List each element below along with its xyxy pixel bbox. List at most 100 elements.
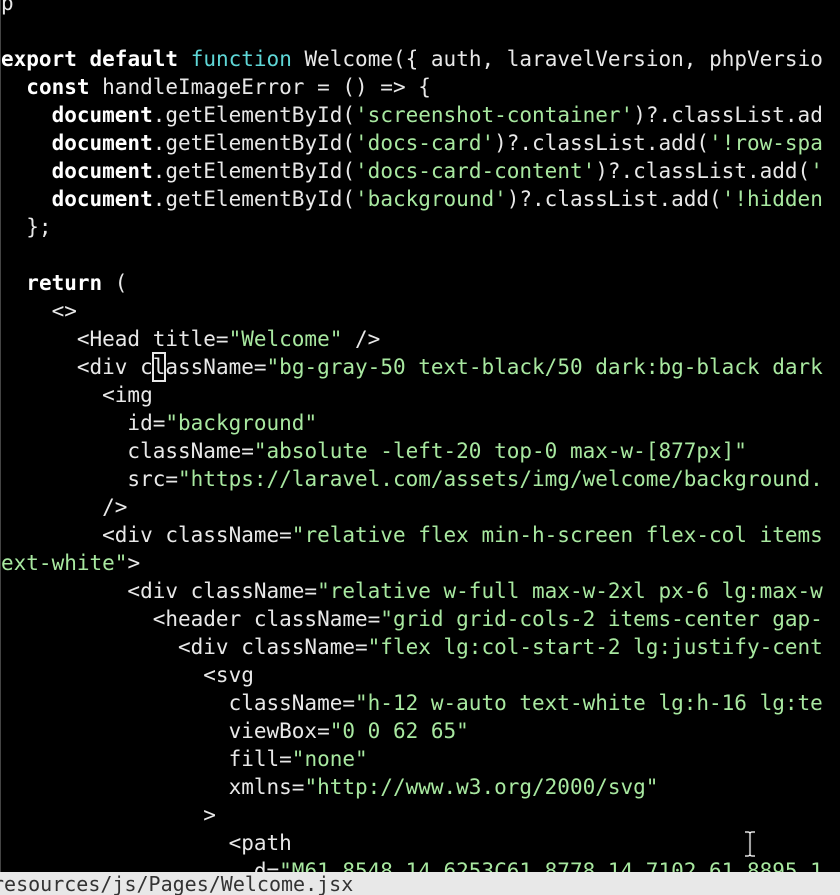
code-line[interactable]: p (1, 0, 823, 17)
code-token: Welcome({ auth, laravelVersion, phpVersi… (291, 47, 823, 71)
code-token: > (127, 551, 141, 575)
code-line[interactable]: <path (1, 829, 823, 857)
code-line[interactable]: > (1, 801, 823, 829)
code-line[interactable] (1, 17, 823, 45)
code-token: > (1, 803, 216, 827)
code-token: assName= (165, 355, 267, 379)
code-token: /> (1, 495, 128, 519)
code-token: <Head title= (1, 327, 229, 351)
code-token: id= (1, 411, 166, 435)
code-token: <> (1, 299, 77, 323)
code-line[interactable]: <div className="flex lg:col-start-2 lg:j… (1, 633, 823, 661)
code-line[interactable]: className="h-12 w-auto text-white lg:h-1… (1, 689, 823, 717)
code-line[interactable]: d="M61.8548 14.6253C61.8778 14.7102 61.8… (1, 857, 823, 872)
code-line[interactable]: document.getElementById('screenshot-cont… (1, 101, 823, 129)
code-line[interactable]: document.getElementById('background')?.c… (1, 185, 823, 213)
code-token: <div className= (1, 579, 318, 603)
code-token: "Welcome" (228, 327, 343, 351)
code-token: "relative w-full max-w-2xl px-6 lg:max-w (317, 579, 823, 603)
code-token: )?.classList.add( (595, 159, 811, 183)
code-token: document (51, 187, 153, 211)
code-token: 'background' (355, 187, 507, 211)
code-line[interactable]: export default function Welcome({ auth, … (1, 45, 823, 73)
code-token: "none" (291, 747, 368, 771)
code-line[interactable]: className="absolute -left-20 top-0 max-w… (1, 437, 823, 465)
code-token: <div c (1, 355, 153, 379)
code-line[interactable]: const handleImageError = () => { (1, 73, 823, 101)
code-line[interactable]: ext-white"> (1, 549, 823, 577)
code-token: <div className= (1, 635, 368, 659)
code-token: ( (102, 271, 128, 295)
code-token: 'docs-card-content' (355, 159, 596, 183)
code-token: src= (1, 467, 179, 491)
code-token: '!hidden (721, 187, 823, 211)
code-line[interactable]: /> (1, 493, 823, 521)
code-token: const (26, 75, 90, 99)
code-token: "background" (165, 411, 318, 435)
code-line[interactable]: <svg (1, 661, 823, 689)
code-line[interactable]: <div className="relative w-full max-w-2x… (1, 577, 823, 605)
code-token: handleImageError = () => { (89, 75, 431, 99)
code-content[interactable]: p export default function Welcome({ auth… (1, 0, 823, 872)
code-line[interactable]: <img (1, 381, 823, 409)
code-token: .getElementById( (152, 159, 356, 183)
code-line[interactable] (1, 241, 823, 269)
code-token: <img (1, 383, 153, 407)
code-token: )?.classList.ad (633, 103, 823, 127)
code-token: return (26, 271, 103, 295)
i-beam-cursor-icon (745, 831, 755, 857)
code-token: export (1, 47, 77, 71)
code-token: "h-12 w-auto text-white lg:h-16 lg:te (355, 691, 823, 715)
code-token: /> (342, 327, 381, 351)
code-token: viewBox= (1, 719, 330, 743)
code-token: "relative flex min-h-screen flex-col ite… (291, 523, 823, 547)
code-line[interactable]: <div className="bg-gray-50 text-black/50… (1, 352, 823, 382)
code-token: className= (1, 691, 356, 715)
code-token: "flex lg:col-start-2 lg:justify-cent (367, 635, 823, 659)
code-token: "0 0 62 65" (329, 719, 469, 743)
code-line[interactable]: xmlns="http://www.w3.org/2000/svg" (1, 773, 823, 801)
code-line[interactable]: viewBox="0 0 62 65" (1, 717, 823, 745)
status-bar: resources/js/Pages/Welcome.jsx (0, 872, 840, 895)
code-token: <path (1, 831, 292, 855)
code-token: .getElementById( (152, 187, 356, 211)
code-line[interactable]: document.getElementById('docs-card-conte… (1, 157, 823, 185)
code-line[interactable]: <div className="relative flex min-h-scre… (1, 521, 823, 549)
code-token: "https://laravel.com/assets/img/welcome/… (178, 467, 823, 491)
code-line[interactable]: <> (1, 297, 823, 325)
code-line[interactable]: src="https://laravel.com/assets/img/welc… (1, 465, 823, 493)
code-token: document (51, 159, 153, 183)
code-token: "M61.8548 14.6253C61.8778 14.7102 61.889… (279, 859, 823, 872)
code-token: ext-white" (1, 551, 128, 575)
text-cursor: l (151, 352, 167, 382)
code-line[interactable]: <header className="grid grid-cols-2 item… (1, 605, 823, 633)
code-token: '!row-spa (709, 131, 823, 155)
code-line[interactable]: return ( (1, 269, 823, 297)
code-token: <header className= (1, 607, 381, 631)
code-editor[interactable]: p export default function Welcome({ auth… (0, 0, 840, 872)
code-line[interactable]: }; (1, 213, 823, 241)
code-token: 'screenshot-container' (355, 103, 634, 127)
code-line[interactable]: id="background" (1, 409, 823, 437)
code-token: document (51, 103, 153, 127)
code-token: }; (1, 215, 52, 239)
code-line[interactable]: fill="none" (1, 745, 823, 773)
code-line[interactable]: <Head title="Welcome" /> (1, 325, 823, 353)
code-token: default (89, 47, 179, 71)
code-token: p (1, 0, 14, 15)
code-token: 'docs-card' (355, 131, 495, 155)
code-token: .getElementById( (152, 103, 356, 127)
code-line[interactable]: document.getElementById('docs-card')?.cl… (1, 129, 823, 157)
code-token: "bg-gray-50 text-black/50 dark:bg-black … (266, 355, 823, 379)
code-token: className= (1, 439, 254, 463)
code-token: d= (1, 859, 280, 872)
code-token: xmlns= (1, 775, 305, 799)
